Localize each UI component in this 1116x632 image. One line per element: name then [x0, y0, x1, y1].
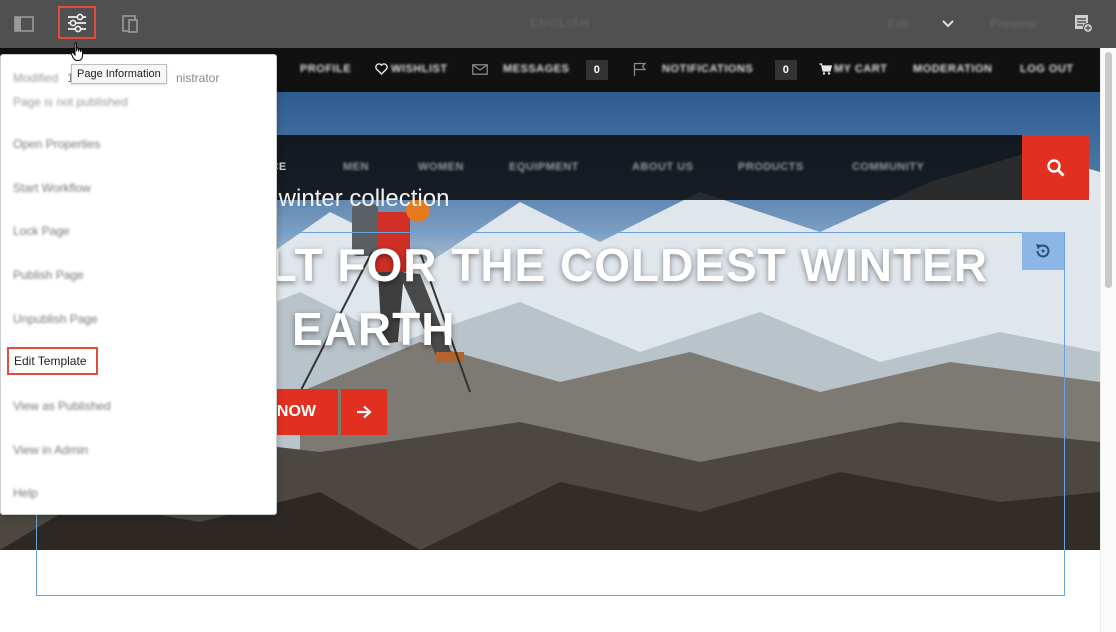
nav-my-cart[interactable]: MY CART [834, 63, 887, 75]
menu-view-as-published[interactable]: View as Published [13, 399, 111, 413]
main-nav-item-equipment[interactable]: EQUIPMENT [509, 161, 579, 173]
page-information-panel: Modified 1 nistrator Page is not publish… [0, 54, 277, 515]
nav-moderation[interactable]: MODERATION [913, 63, 992, 75]
menu-publish-page[interactable]: Publish Page [13, 268, 84, 282]
reset-icon [1036, 244, 1050, 258]
nav-notifications[interactable]: NOTIFICATIONS [662, 63, 753, 75]
nav-wishlist[interactable]: WISHLIST [391, 63, 448, 75]
hero-headline-line1: ILT FOR THE COLDEST WINTER [255, 239, 988, 291]
nav-log-out[interactable]: LOG OUT [1020, 63, 1074, 75]
mode-selector[interactable]: Edit [888, 14, 954, 34]
menu-unpublish-page[interactable]: Unpublish Page [13, 312, 98, 326]
arrow-right-icon [357, 405, 372, 419]
flag-icon [633, 62, 647, 76]
hand-cursor-icon [70, 42, 83, 61]
page-information-button[interactable] [58, 6, 96, 39]
main-nav-item-community[interactable]: COMMUNITY [852, 161, 924, 173]
search-button[interactable] [1022, 135, 1089, 200]
messages-count-badge: 0 [586, 60, 608, 80]
cart-icon [819, 63, 832, 75]
menu-help[interactable]: Help [13, 486, 38, 500]
editor-toolbar: ENGLISH Edit Preview [0, 0, 1116, 48]
emulator-button[interactable] [114, 8, 146, 40]
page-information-icon [68, 13, 86, 32]
menu-edit-template-label: Edit Template [14, 354, 87, 368]
menu-open-properties[interactable]: Open Properties [13, 137, 100, 151]
side-panel-button[interactable] [8, 8, 40, 40]
modified-label: Modified [13, 71, 59, 85]
heart-icon [375, 63, 388, 75]
menu-edit-template[interactable]: Edit Template [7, 347, 98, 375]
menu-view-in-admin[interactable]: View in Admin [13, 443, 88, 457]
modified-by: nistrator [176, 71, 220, 85]
menu-start-workflow[interactable]: Start Workflow [13, 181, 91, 195]
chevron-down-icon [942, 20, 954, 28]
envelope-icon [472, 64, 488, 75]
preview-button[interactable]: Preview [990, 16, 1036, 31]
main-nav-item-men[interactable]: MEN [343, 161, 369, 173]
nav-messages[interactable]: MESSAGES [503, 63, 569, 75]
main-nav-item-women[interactable]: WOMEN [418, 161, 464, 173]
emulator-icon [122, 15, 138, 33]
side-panel-icon [14, 16, 34, 32]
scrollbar-thumb[interactable] [1105, 52, 1112, 288]
reset-component-button[interactable] [1022, 232, 1064, 270]
hero-subheadline: v winter collection [260, 185, 450, 212]
hero-cta-arrow-button[interactable] [341, 389, 387, 435]
main-nav-item-products[interactable]: PRODUCTS [738, 161, 804, 173]
page-title: ENGLISH [530, 16, 590, 30]
notifications-count-badge: 0 [775, 60, 797, 80]
nav-profile[interactable]: PROFILE [300, 63, 351, 75]
publish-status: Page is not published [13, 95, 128, 109]
main-nav-item-about-us[interactable]: ABOUT US [632, 161, 693, 173]
page-information-tooltip: Page Information [71, 64, 167, 84]
hero-headline-line2: EARTH [292, 303, 456, 355]
search-icon [1046, 158, 1064, 176]
menu-lock-page[interactable]: Lock Page [13, 224, 70, 238]
annotate-button[interactable] [1072, 12, 1094, 39]
annotate-icon [1075, 15, 1094, 34]
page-scrollbar[interactable] [1100, 48, 1116, 632]
mode-label: Edit [888, 17, 909, 31]
